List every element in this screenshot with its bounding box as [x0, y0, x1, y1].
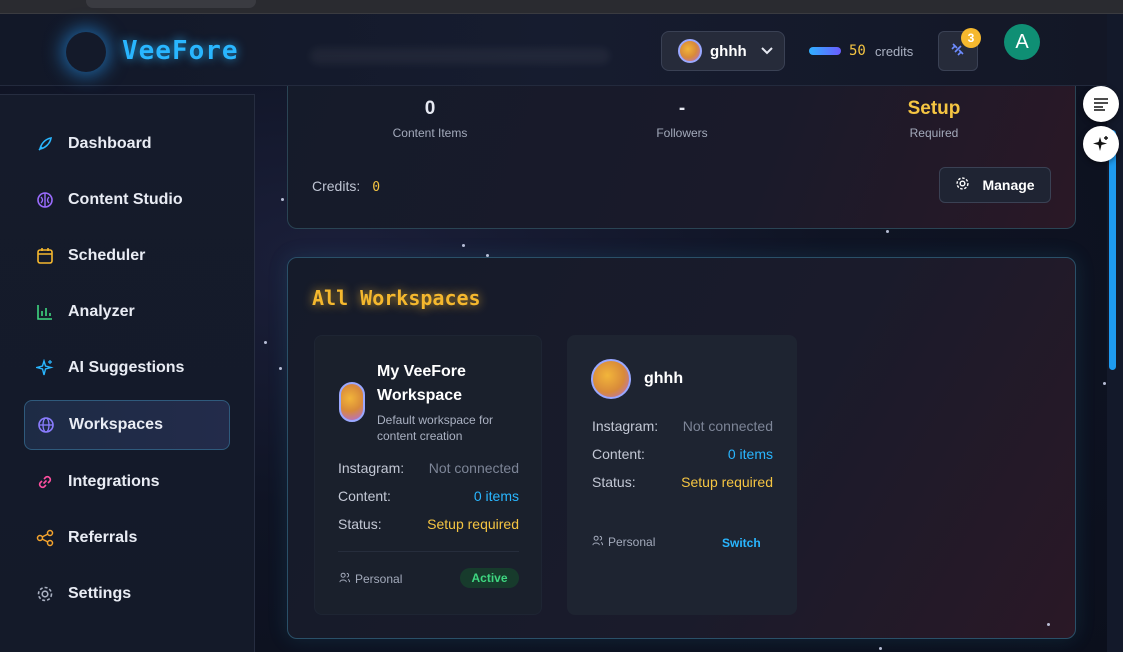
sidebar-item-label: Dashboard [68, 135, 152, 152]
blurred-header-text [310, 48, 610, 64]
star-decoration [1047, 623, 1050, 626]
divider [338, 551, 519, 552]
instagram-row: Instagram: Not connected [338, 460, 519, 476]
share-icon [36, 529, 54, 547]
app-header: VeeFore ghhh 50 credits 3 A [0, 14, 1107, 86]
user-avatar[interactable]: A [1004, 24, 1040, 60]
sidebar-item-analyzer[interactable]: Analyzer [24, 287, 230, 337]
sidebar-item-integrations[interactable]: Integrations [24, 457, 230, 507]
sparkles-icon [36, 359, 54, 377]
stat-value: - [678, 98, 686, 119]
star-decoration [886, 230, 889, 233]
workspace-type: Personal [339, 572, 402, 586]
content-row: Content: 0 items [338, 488, 519, 504]
sidebar-item-label: Workspaces [69, 416, 163, 433]
star-decoration [462, 244, 465, 247]
stat-label: Content Items [392, 126, 468, 140]
sidebar-item-dashboard[interactable]: Dashboard [24, 119, 230, 169]
manage-button[interactable]: Manage [939, 167, 1051, 203]
stat-content-items: 0 Content Items [370, 98, 490, 140]
workspace-summary-card: 0 Content Items - Followers Setup Requir… [287, 86, 1076, 229]
workspace-name: My VeeFore Workspace [377, 363, 466, 404]
list-panel-icon[interactable] [1083, 86, 1119, 122]
chevron-down-icon [760, 44, 773, 58]
sidebar-item-label: Integrations [68, 473, 160, 490]
sidebar-item-label: AI Suggestions [68, 359, 185, 376]
star-decoration [264, 341, 267, 344]
workspace-switcher-name: ghhh [710, 42, 747, 60]
sidebar-item-ai-suggestions[interactable]: AI Suggestions [24, 343, 230, 393]
status-row: Status: Setup required [338, 516, 519, 532]
instagram-row: Instagram: Not connected [592, 418, 773, 434]
sidebar-item-content-studio[interactable]: Content Studio [24, 175, 230, 225]
workspace-avatar [678, 39, 702, 63]
bar-chart-icon [36, 303, 54, 321]
notification-count-badge: 3 [961, 28, 981, 48]
brain-icon [36, 191, 54, 209]
app-logo[interactable]: VeeFore [122, 36, 239, 66]
stat-value: 0 [424, 98, 436, 119]
credits-label: credits [875, 44, 914, 59]
sidebar-item-scheduler[interactable]: Scheduler [24, 231, 230, 281]
logo-orb [66, 32, 106, 72]
content-row: Content: 0 items [592, 446, 773, 462]
stat-setup: Setup Required [874, 98, 994, 140]
sidebar-item-label: Scheduler [68, 247, 146, 264]
stat-label: Required [909, 126, 959, 140]
sidebar-item-label: Content Studio [68, 191, 183, 208]
globe-icon [37, 416, 55, 434]
workspace-card-default[interactable]: My VeeFore Workspace Default workspace f… [314, 335, 542, 615]
sidebar-item-workspaces[interactable]: Workspaces [24, 400, 230, 450]
star-decoration [281, 198, 284, 201]
address-bar[interactable] [86, 0, 256, 8]
credits-progress-bar [809, 47, 841, 55]
workspace-avatar [339, 382, 365, 422]
status-row: Status: Setup required [592, 474, 773, 490]
browser-toolbar [0, 0, 1123, 14]
workspace-credits: Credits: 0 [312, 178, 380, 195]
sidebar-item-referrals[interactable]: Referrals [24, 513, 230, 563]
credits-line-value: 0 [372, 180, 381, 195]
section-title: All Workspaces [312, 286, 481, 310]
active-badge: Active [460, 568, 519, 588]
star-decoration [879, 647, 882, 650]
credits-line-label: Credits: [312, 178, 361, 194]
switch-workspace-button[interactable]: Switch [722, 536, 761, 550]
all-workspaces-panel: All Workspaces My VeeFore Workspace Defa… [287, 257, 1076, 639]
sidebar-item-settings[interactable]: Settings [24, 569, 230, 619]
workspace-avatar [591, 359, 631, 399]
workspace-switcher[interactable]: ghhh [661, 31, 785, 71]
workspace-card-ghhh[interactable]: ghhh Instagram: Not connected Content: 0… [567, 335, 797, 615]
credits-count: 50 [849, 43, 866, 59]
sidebar-item-label: Analyzer [68, 303, 135, 320]
users-icon [592, 535, 604, 549]
sidebar-item-label: Referrals [68, 529, 138, 546]
gear-icon [955, 176, 970, 194]
sidebar-item-label: Settings [68, 585, 132, 602]
workspace-type: Personal [592, 535, 655, 549]
sidebar: Dashboard Content Studio Scheduler Analy… [0, 94, 255, 652]
gear-icon [36, 585, 54, 603]
rocket-icon [36, 135, 54, 153]
calendar-icon [36, 247, 54, 265]
scrollbar-thumb[interactable] [1109, 130, 1116, 370]
star-decoration [486, 254, 489, 257]
stat-followers: - Followers [622, 98, 742, 140]
star-decoration [279, 367, 282, 370]
workspace-name: ghhh [644, 370, 684, 387]
link-icon [36, 473, 54, 491]
star-decoration [1103, 382, 1106, 385]
stat-value: Setup [907, 98, 961, 119]
workspace-description: Default workspace for content creation [377, 413, 494, 443]
ai-sparkle-icon[interactable] [1083, 126, 1119, 162]
manage-button-label: Manage [982, 177, 1035, 193]
stat-label: Followers [656, 126, 708, 140]
users-icon [339, 572, 351, 586]
